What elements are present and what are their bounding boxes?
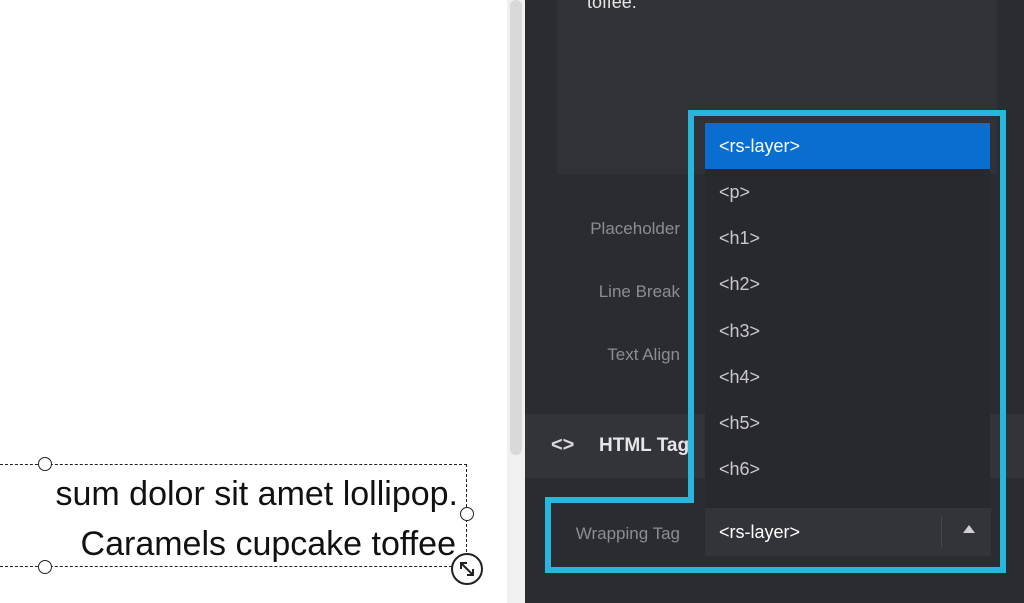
dropdown-option-h4[interactable]: <h4> [705,354,990,400]
wrapping-tag-select[interactable]: <rs-layer> [705,508,991,556]
editor-canvas[interactable]: sum dolor sit amet lollipop. Caramels cu… [0,0,507,603]
dropdown-option-h1[interactable]: <h1> [705,215,990,261]
resize-handle-right[interactable] [460,507,474,521]
highlight-bottom [545,567,1006,573]
highlight-top [688,110,1006,116]
text-layer[interactable]: sum dolor sit amet lollipop. Caramels cu… [0,464,467,567]
resize-handle-bottom[interactable] [38,560,52,574]
editor-text: toffee. [587,0,637,12]
rotate-handle-top[interactable] [38,457,52,471]
section-title: HTML Tag [599,435,690,456]
highlight-right [1000,110,1006,573]
dropdown-option-h3[interactable]: <h3> [705,308,990,354]
canvas-scrollbar[interactable] [507,0,525,603]
dropdown-option-h5[interactable]: <h5> [705,400,990,446]
text-align-label: Text Align [607,345,680,364]
dropdown-option-p[interactable]: <p> [705,169,990,215]
highlight-left-lower [545,497,551,573]
dropdown-option-h2[interactable]: <h2> [705,261,990,307]
caret-up-icon[interactable] [963,525,975,533]
canvas-scrollbar-thumb[interactable] [510,0,522,455]
line-break-label: Line Break [598,282,680,301]
text-layer-line-1: sum dolor sit amet lollipop. [55,475,458,513]
select-divider [941,516,942,548]
code-icon: <> [551,434,575,456]
highlight-left-upper [688,110,694,503]
highlight-step-horizontal [545,497,694,503]
dropdown-option-rs-layer[interactable]: <rs-layer> [705,123,990,169]
wrapping-tag-dropdown[interactable]: <rs-layer> <p> <h1> <h2> <h3> <h4> <h5> … [705,123,990,508]
dropdown-option-h6[interactable]: <h6> [705,446,990,492]
diagonal-resize-icon [460,562,474,576]
scale-handle[interactable] [451,553,483,585]
text-layer-line-2: Caramels cupcake toffee [80,525,456,563]
placeholder-label: Placeholder [590,219,680,238]
wrapping-tag-value: <rs-layer> [719,522,801,542]
